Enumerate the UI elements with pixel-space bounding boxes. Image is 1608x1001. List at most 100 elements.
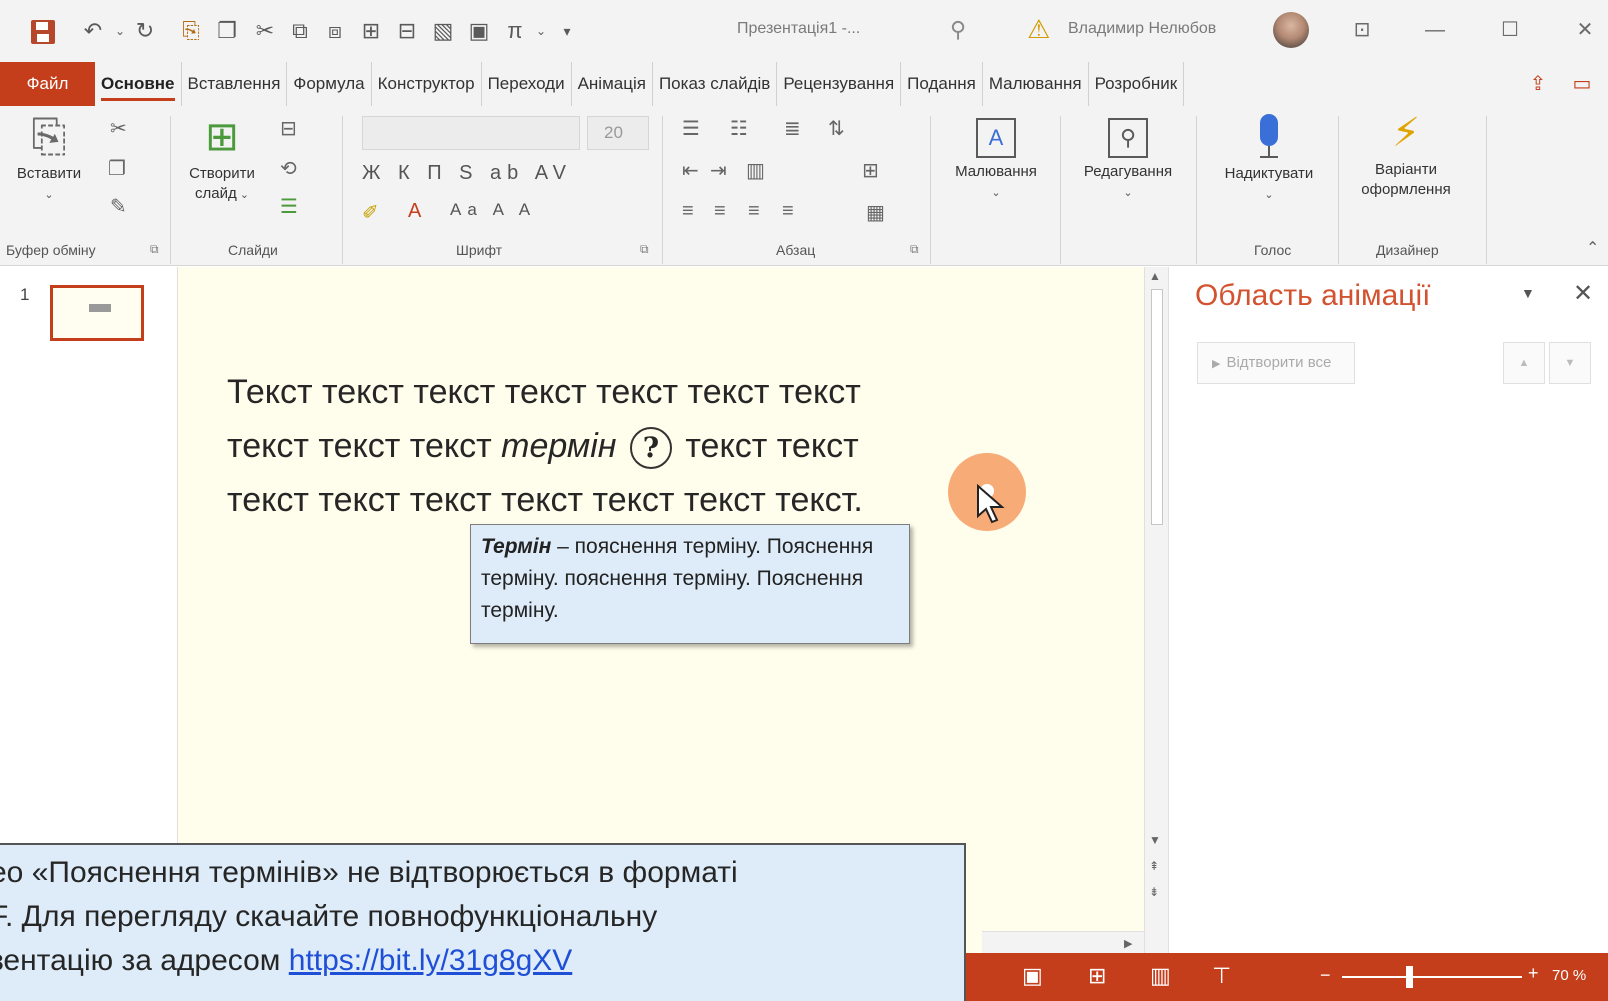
tab-review[interactable]: Рецензування [777,62,902,106]
tab-design[interactable]: Конструктор [372,62,482,106]
zoom-slider-thumb[interactable] [1405,966,1413,988]
tab-view[interactable]: Подання [901,62,983,106]
decrease-indent-icon[interactable]: ⇤ [682,158,699,183]
dictate-button[interactable]: Надиктувати ⌄ [1206,114,1332,205]
copy-icon[interactable]: ❐ [108,156,126,181]
slide-thumbnail[interactable] [50,285,144,341]
align-right-icon[interactable]: ≡ [748,200,760,223]
search-icon[interactable]: ⚲ [950,17,966,43]
maximize-icon[interactable]: ☐ [1490,14,1530,46]
comment-icon[interactable]: ▭ [1566,68,1598,100]
tab-insert[interactable]: Вставлення [182,62,288,106]
vertical-scrollbar[interactable]: ▲ ▼ ⇞ ⇟ [1144,267,1168,953]
tab-slide-show[interactable]: Показ слайдів [653,62,778,106]
columns-icon[interactable]: ▥ [746,158,765,183]
group-icon[interactable]: ⧉ [285,16,315,46]
slide-show-qa-icon[interactable]: ▣ [464,16,494,46]
tab-transitions[interactable]: Переходи [482,62,572,106]
zoom-level[interactable]: 70 % [1552,967,1586,984]
avatar[interactable] [1273,12,1309,48]
download-link[interactable]: https://bit.ly/31g8gXV [289,944,573,977]
editing-button[interactable]: ⚲ Редагування ⌄ [1066,114,1190,203]
previous-slide-icon[interactable]: ⇞ [1149,859,1159,873]
move-up-button[interactable]: ▲ [1503,342,1545,384]
section-icon[interactable]: ☰ [280,194,298,219]
zoom-out-icon[interactable]: − [1320,965,1331,986]
reading-view-icon[interactable]: ▥ [1150,963,1171,989]
font-launcher-icon[interactable]: ⧉ [640,242,649,257]
voice-group-label: Голос [1254,242,1292,258]
line-spacing-icon[interactable]: ≣ [784,116,801,141]
paragraph-launcher-icon[interactable]: ⧉ [910,242,919,257]
font-size-row[interactable]: Aa A A [450,200,536,220]
minimize-icon[interactable]: — [1415,14,1455,46]
format-painter-icon[interactable]: ✎ [110,194,127,219]
scroll-down-icon[interactable]: ▼ [1149,833,1161,847]
text-direction-icon[interactable]: ⇅ [828,116,845,141]
arrange-icon[interactable]: ⧈ [320,16,350,46]
scroll-thumb[interactable] [1151,289,1163,525]
font-size-combobox[interactable]: 20 [587,116,649,150]
slides-group-label: Слайди [228,242,278,258]
play-all-button[interactable]: ▶ Відтворити все [1197,342,1355,384]
normal-view-icon[interactable]: ▣ [1022,963,1043,989]
horizontal-scrollbar[interactable] [982,931,1144,953]
undo-icon[interactable]: ↶ [78,16,108,46]
align-icon[interactable]: ⊞ [356,16,386,46]
paste-qa-icon[interactable]: ⎘ [176,16,206,46]
tab-developer[interactable]: Розробник [1089,62,1185,106]
align-left-icon[interactable]: ≡ [682,200,694,223]
share-icon[interactable]: ⇪ [1522,68,1554,100]
tab-formula[interactable]: Формула [287,62,372,106]
screenshot-icon[interactable]: ▧ [428,16,458,46]
align-center-icon[interactable]: ≡ [714,200,726,223]
ribbon-display-options-icon[interactable]: ⊡ [1342,14,1382,46]
align-text-icon[interactable]: ⊞ [862,158,879,183]
zoom-slider[interactable] [1342,976,1522,978]
next-slide-icon[interactable]: ⇟ [1149,885,1159,899]
smartart-icon[interactable]: ▦ [866,200,885,225]
pane-options-icon[interactable]: ▼ [1521,285,1535,301]
tab-file[interactable]: Файл [0,62,95,106]
user-name[interactable]: Владимир Нелюбов [1068,20,1216,38]
highlight-icon[interactable]: ✐ [362,200,379,225]
slide-body-text[interactable]: Текст текст текст текст текст текст текс… [227,365,947,527]
increase-indent-icon[interactable]: ⇥ [710,158,727,183]
customize-qa-icon[interactable]: ▾ [552,16,582,46]
clipboard-launcher-icon[interactable]: ⧉ [150,242,159,257]
font-name-combobox[interactable] [362,116,580,150]
slide-show-icon[interactable]: ⊤ [1212,963,1231,989]
font-format-row[interactable]: Ж К П S ab AV [362,162,572,185]
cut-qa-icon[interactable]: ✂ [250,16,280,46]
term-word: термін [501,427,617,465]
close-pane-icon[interactable]: ✕ [1573,279,1593,308]
distribute-icon[interactable]: ⊟ [392,16,422,46]
new-slide-button[interactable]: ⊞ Створити слайд ⌄ [180,114,264,205]
help-question-button[interactable]: ? [629,427,672,470]
design-ideas-label-1: Варіанти [1375,161,1437,178]
cut-icon[interactable]: ✂ [110,116,127,141]
scroll-up-icon[interactable]: ▲ [1149,269,1161,283]
paste-button[interactable]: ⎘ Вставити ⌄ [4,114,94,205]
font-color-icon[interactable]: A [408,200,421,223]
copy-qa-icon[interactable]: ❐ [212,16,242,46]
layout-icon[interactable]: ⊟ [280,116,297,141]
scroll-right-icon[interactable]: ▶ [1124,937,1132,950]
tab-draw[interactable]: Малювання [983,62,1089,106]
redo-icon[interactable]: ↻ [130,16,160,46]
justify-icon[interactable]: ≡ [782,200,794,223]
tab-home[interactable]: Основне [95,62,182,106]
move-down-button[interactable]: ▼ [1549,342,1591,384]
save-icon[interactable] [28,16,58,46]
drawing-button[interactable]: A Малювання ⌄ [938,114,1054,203]
tab-animations[interactable]: Анімація [572,62,653,106]
bullets-icon[interactable]: ☰ [682,116,700,141]
warning-icon[interactable]: ⚠ [1027,14,1050,45]
close-icon[interactable]: ✕ [1565,14,1605,46]
slide-sorter-icon[interactable]: ⊞ [1088,963,1106,989]
collapse-ribbon-icon[interactable]: ⌃ [1586,238,1599,258]
design-ideas-button[interactable]: ⚡ Варіанти оформлення [1346,110,1466,200]
zoom-in-icon[interactable]: + [1528,963,1539,984]
reset-icon[interactable]: ⟲ [280,156,297,181]
numbering-icon[interactable]: ☷ [730,116,748,141]
